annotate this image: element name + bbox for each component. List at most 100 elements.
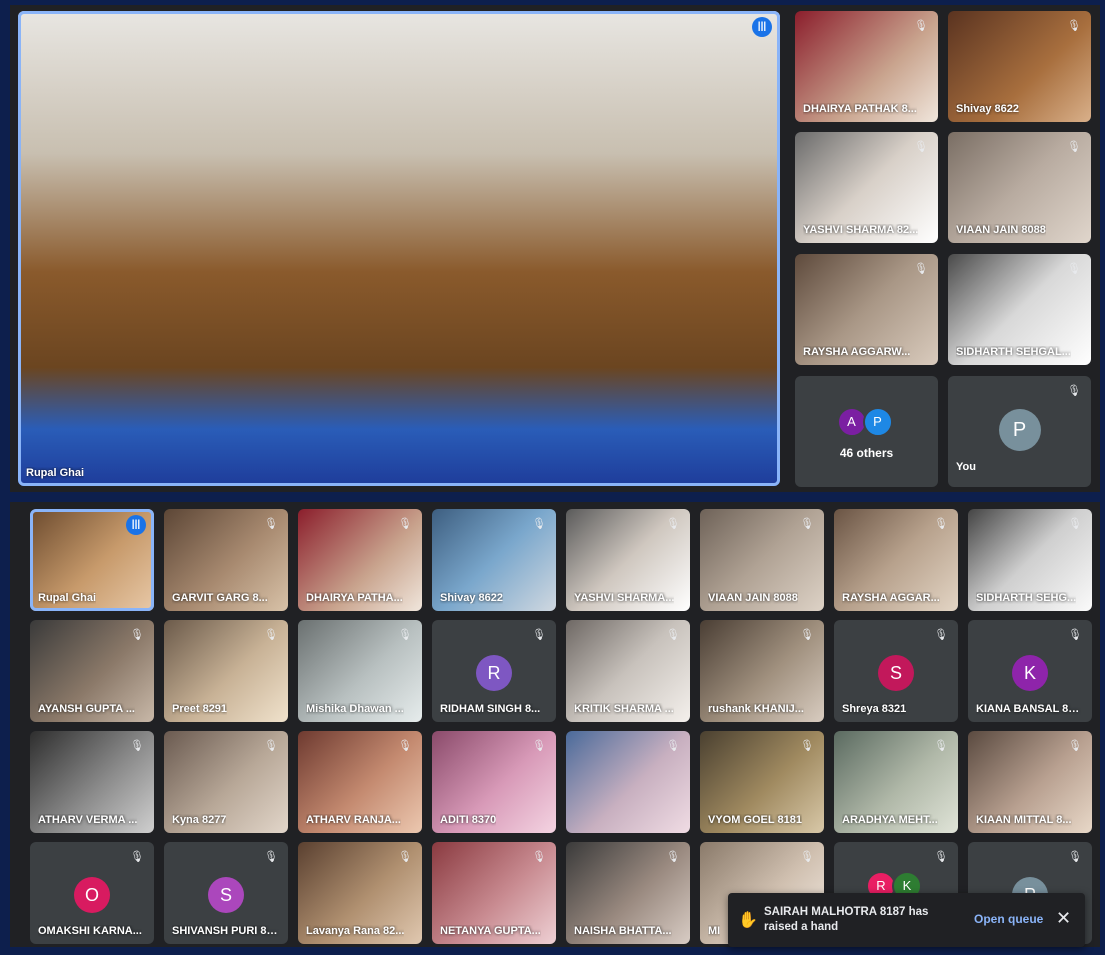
participant-name: ADITI 8370 [440,814,497,826]
participant-tile[interactable]: 🎙 GARVIT GARG 8... [164,509,288,611]
spotlight-video[interactable]: ||| Rupal Ghai [18,11,780,486]
participant-tile[interactable]: 🎙 ARADHYA MEHT... [834,731,958,833]
participant-name: NETANYA GUPTA... [440,925,541,937]
participant-name: KIAAN MITTAL 8... [976,814,1072,826]
others-avatars: AP [836,407,893,438]
spotlight-name: Rupal Ghai [26,467,85,479]
participant-tile[interactable]: 🎙 K KIANA BANSAL 82... [968,620,1092,722]
participant-tile[interactable]: 🎙 Shivay 8622 [432,509,556,611]
participant-tile[interactable]: 🎙 ATHARV RANJA... [298,731,422,833]
participant-tile[interactable]: 🎙 YASHVI SHARMA 82... [795,132,938,243]
mic-off-icon: 🎙 [1068,851,1082,863]
mic-off-icon: 🎙 [934,629,948,641]
mic-off-icon: 🎙 [800,518,814,530]
participant-tile[interactable]: 🎙 ADITI 8370 [432,731,556,833]
participant-tile[interactable]: 🎙 RAYSHA AGGAR... [834,509,958,611]
participant-tile[interactable]: 🎙 YASHVI SHARMA... [566,509,690,611]
participant-name: YASHVI SHARMA... [574,592,675,604]
toast-message: SAIRAH MALHOTRA 8187 has raised a hand [764,906,929,933]
participant-tile[interactable]: 🎙 R RIDHAM SINGH 8... [432,620,556,722]
participant-tile[interactable]: 🎙 O OMAKSHI KARNA... [30,842,154,944]
participant-name: AYANSH GUPTA ... [38,703,135,715]
mic-off-icon: 🎙 [1068,629,1082,641]
avatar: P [862,407,893,438]
participant-name: Preet 8291 [172,703,228,715]
close-icon[interactable]: ✕ [1056,908,1071,929]
participant-name: RAYSHA AGGAR... [842,592,940,604]
participant-tile[interactable]: 🎙 SIDHARTH SEHGAL... [948,254,1091,365]
mic-off-icon: 🎙 [666,851,680,863]
participant-tile[interactable]: 🎙 NAISHA BHATTA... [566,842,690,944]
participant-name: ATHARV RANJA... [306,814,401,826]
mic-off-icon: 🎙 [532,629,546,641]
participant-name: SIDHARTH SEHG... [976,592,1077,604]
participant-tile[interactable]: 🎙 SIDHARTH SEHG... [968,509,1092,611]
participant-tile[interactable]: 🎙 RAYSHA AGGARW... [795,254,938,365]
mic-off-icon: 🎙 [800,629,814,641]
participant-tile[interactable]: 🎙 NETANYA GUPTA... [432,842,556,944]
mic-off-icon: 🎙 [532,518,546,530]
mic-off-icon: 🎙 [1068,740,1082,752]
mic-off-icon: 🎙 [130,629,144,641]
mic-off-icon: 🎙 [398,851,412,863]
mic-off-icon: 🎙 [1067,20,1081,32]
mic-off-icon: 🎙 [1067,385,1081,397]
participant-name: KRITIK SHARMA ... [574,703,674,715]
participant-tile[interactable]: 🎙 Lavanya Rana 82... [298,842,422,944]
participant-name: Kyna 8277 [172,814,227,826]
participant-name: YASHVI SHARMA 82... [803,224,919,236]
self-name: You [956,461,976,473]
participant-name: Mishika Dhawan ... [306,703,404,715]
participant-name: KIANA BANSAL 82... [976,703,1083,715]
participant-tile[interactable]: 🎙 Mishika Dhawan ... [298,620,422,722]
self-tile[interactable]: 🎙 P You [948,376,1091,487]
participant-name: Lavanya Rana 82... [306,925,405,937]
open-queue-button[interactable]: Open queue [974,912,1043,926]
participant-tile[interactable]: 🎙 VIAAN JAIN 8088 [700,509,824,611]
mic-off-icon: 🎙 [264,740,278,752]
mic-off-icon: 🎙 [914,141,928,153]
avatar: S [878,654,914,691]
speaking-indicator-icon: ||| [752,17,772,37]
others-tile[interactable]: A P 46 others [795,376,938,487]
participant-tile[interactable]: 🎙 VYOM GOEL 8181 [700,731,824,833]
participant-tile[interactable]: 🎙 DHAIRYA PATHAK 8... [795,11,938,122]
participant-tile[interactable]: 🎙 AYANSH GUPTA ... [30,620,154,722]
mic-off-icon: 🎙 [934,851,948,863]
participant-grid: ||| Rupal Ghai 🎙 GARVIT GARG 8... 🎙 DHAIRYA P… [10,502,1100,947]
mic-off-icon: 🎙 [130,851,144,863]
mic-off-icon: 🎙 [398,740,412,752]
mic-off-icon: 🎙 [1068,518,1082,530]
avatar: K [1012,654,1048,691]
participant-tile[interactable]: 🎙 KIAAN MITTAL 8... [968,731,1092,833]
participant-name: DHAIRYA PATHAK 8... [803,103,917,115]
participant-tile[interactable]: 🎙 DHAIRYA PATHA... [298,509,422,611]
participant-tile[interactable]: 🎙 S Shreya 8321 [834,620,958,722]
mic-off-icon: 🎙 [934,740,948,752]
participant-tile[interactable]: 🎙 ATHARV VERMA ... [30,731,154,833]
mic-off-icon: 🎙 [264,518,278,530]
avatar: P [998,409,1041,452]
participant-tile[interactable]: ||| Rupal Ghai [30,509,154,611]
participant-tile[interactable]: 🎙 VIAAN JAIN 8088 [948,132,1091,243]
participant-tile[interactable]: 🎙 [566,731,690,833]
participant-tile[interactable]: 🎙 Kyna 8277 [164,731,288,833]
participant-tile[interactable]: 🎙 rushank KHANIJ... [700,620,824,722]
participant-name: DHAIRYA PATHA... [306,592,403,604]
participant-tile[interactable]: 🎙 S SHIVANSH PURI 81... [164,842,288,944]
participant-name: VIAAN JAIN 8088 [708,592,798,604]
avatar: R [476,654,512,691]
participant-name: Rupal Ghai [38,592,97,604]
participant-tile[interactable]: 🎙 Preet 8291 [164,620,288,722]
mic-off-icon: 🎙 [264,629,278,641]
participant-tile[interactable]: 🎙 Shivay 8622 [948,11,1091,122]
speaking-indicator-icon: ||| [126,515,146,535]
participant-name: Shreya 8321 [842,703,907,715]
mic-off-icon: 🎙 [130,740,144,752]
mic-off-icon: 🎙 [264,851,278,863]
participant-tile[interactable]: 🎙 KRITIK SHARMA ... [566,620,690,722]
others-count: 46 others [839,445,894,460]
mic-off-icon: 🎙 [1067,141,1081,153]
mic-off-icon: 🎙 [666,629,680,641]
avatar: S [208,876,244,913]
